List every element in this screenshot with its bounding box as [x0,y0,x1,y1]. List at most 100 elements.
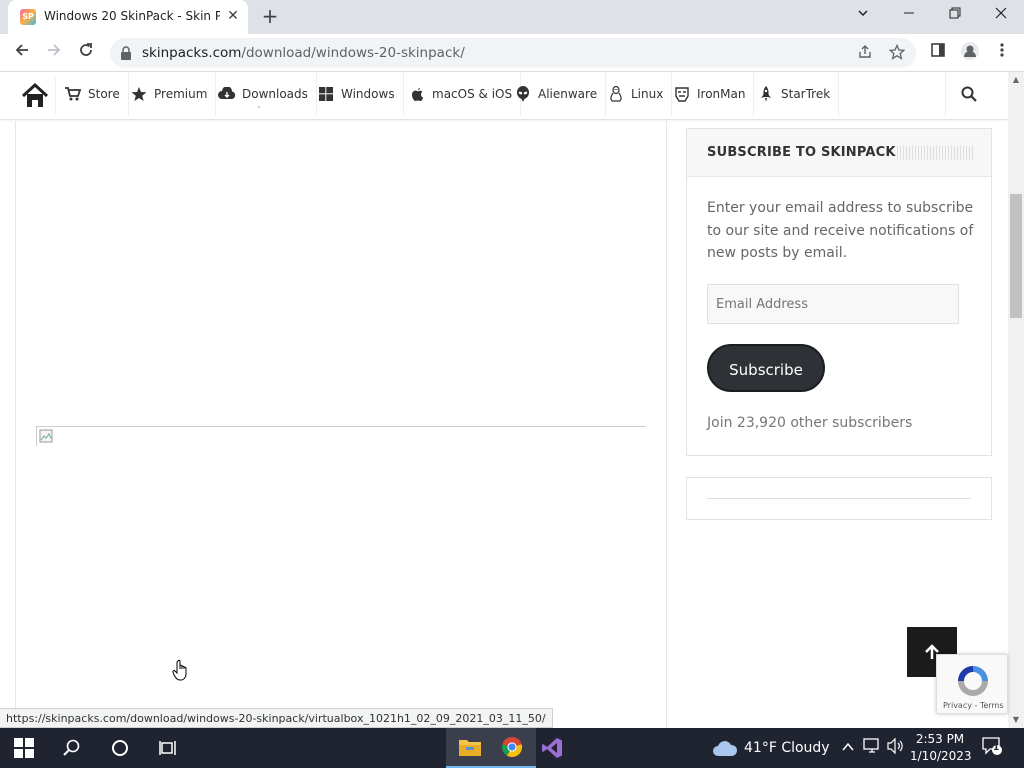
cloud-download-icon [218,85,236,103]
page-scrollbar[interactable]: ▲ ▼ [1008,72,1024,728]
tux-icon [607,85,625,103]
taskbar-clock[interactable]: 2:53 PM 1/10/2023 [910,731,972,765]
cortana-circle-icon [112,740,128,756]
task-view-button[interactable] [144,728,192,768]
widget-divider [707,498,971,499]
nav-item-startrek[interactable]: StarTrek [749,72,840,116]
tab-close-icon[interactable]: ✕ [224,7,242,25]
url-text[interactable]: skinpacks.com/download/windows-20-skinpa… [142,45,465,61]
windows-start-icon [14,738,34,758]
hand-cursor-icon [172,659,187,681]
rocket-icon [757,85,775,103]
windows-logo-icon [317,85,335,103]
lock-icon[interactable] [120,46,132,60]
search-icon [961,86,977,102]
visual-studio-button[interactable] [528,728,576,768]
search-icon [63,739,80,756]
reload-icon[interactable] [74,41,98,65]
nav-label: Alienware [538,87,598,101]
weather-widget[interactable]: 41°F Cloudy [712,728,830,768]
apple-logo-icon [408,85,426,103]
nav-item-windows[interactable]: Windows [309,72,404,116]
content-border-right [666,121,667,728]
browser-toolbar: skinpacks.com/download/windows-20-skinpa… [0,34,1024,72]
home-icon [21,83,49,107]
site-navigation: Store Premium Downloads ⌄ Windows macOS … [0,72,1008,120]
cloud-icon [713,741,738,756]
action-center-button[interactable]: 1 [982,737,1004,757]
star-icon [130,85,148,103]
nav-label: Linux [631,87,664,101]
status-bar-url: https://skinpacks.com/download/windows-2… [0,708,553,728]
empty-widget [686,477,992,520]
widget-description: Enter your email address to subscribe to… [707,200,974,261]
browser-titlebar: SP Windows 20 SkinPack - Skin Pack ✕ + [0,0,1024,34]
site-search-button[interactable] [945,72,991,116]
nav-label: IronMan [697,87,746,101]
visual-studio-icon [542,738,562,758]
scroll-thumb[interactable] [1010,194,1022,318]
minimize-button[interactable] [886,0,932,32]
recaptcha-badge[interactable]: Privacy - Terms [936,654,1008,714]
nav-label: Windows [341,87,395,101]
content-border-left [15,121,16,728]
clock-time: 2:53 PM [915,732,965,746]
nav-label: macOS & iOS [432,87,513,101]
folder-icon [459,740,481,756]
widget-title-decoration [897,146,973,160]
weather-text: 41°F Cloudy [744,740,830,756]
alien-icon [514,85,532,103]
nav-item-linux[interactable]: Linux [599,72,673,116]
nav-item-store[interactable]: Store [56,72,129,116]
ironman-icon [673,85,691,103]
home-button[interactable] [14,78,56,114]
dropdown-caret-icon: ⌄ [256,102,262,110]
broken-image[interactable] [36,426,646,446]
start-button[interactable] [0,728,48,768]
tray-chevron-up-icon[interactable] [838,738,858,758]
nav-label: Premium [154,87,208,101]
recaptcha-links[interactable]: Privacy - Terms [943,701,1004,710]
recaptcha-logo-icon [958,666,988,696]
nav-label: StarTrek [781,87,831,101]
nav-label: Store [88,87,120,101]
tab-search-chevron-icon[interactable] [840,0,886,32]
restore-button[interactable] [932,0,978,32]
nav-item-premium[interactable]: Premium [122,72,217,116]
scroll-up-arrow-icon[interactable]: ▲ [1008,72,1024,88]
windows-taskbar: 41°F Cloudy 2:53 PM 1/10/2023 1 [0,728,1024,768]
chrome-icon [501,737,523,758]
skinpack-favicon-icon: SP [20,9,36,25]
back-arrow-icon[interactable] [10,41,34,65]
side-panel-icon[interactable] [926,41,950,65]
profile-avatar-icon[interactable] [958,41,982,65]
subscriber-count: Join 23,920 other subscribers [707,415,913,431]
file-explorer-button[interactable] [446,728,494,768]
tab-title: Windows 20 SkinPack - Skin Pack [44,9,220,23]
address-bar[interactable]: skinpacks.com/download/windows-20-skinpa… [110,38,916,68]
clock-date: 1/10/2023 [910,749,972,763]
forward-arrow-icon[interactable] [42,41,66,65]
nav-item-alienware[interactable]: Alienware [506,72,607,116]
widget-title: SUBSCRIBE TO SKINPACK [707,145,896,160]
url-path: /download/windows-20-skinpack/ [241,45,465,61]
nav-item-downloads[interactable]: Downloads ⌄ [210,72,317,116]
kebab-menu-icon[interactable] [990,41,1014,65]
subscribe-button[interactable]: Subscribe [707,344,825,392]
email-field[interactable] [707,284,959,324]
nav-item-macos-ios[interactable]: macOS & iOS [400,72,522,116]
close-window-button[interactable] [978,0,1024,32]
volume-icon[interactable] [886,737,906,758]
share-icon[interactable] [856,44,874,62]
network-icon[interactable] [862,738,882,758]
search-button[interactable] [48,728,96,768]
nav-item-ironman[interactable]: IronMan [665,72,755,116]
cortana-button[interactable] [96,728,144,768]
broken-image-icon [39,429,53,443]
browser-tab[interactable]: SP Windows 20 SkinPack - Skin Pack ✕ [8,0,248,34]
scroll-down-arrow-icon[interactable]: ▼ [1008,712,1024,728]
new-tab-button[interactable]: + [258,5,282,29]
url-domain: skinpacks.com [142,45,242,61]
nav-label: Downloads [242,87,308,101]
bookmark-star-icon[interactable] [888,43,906,62]
